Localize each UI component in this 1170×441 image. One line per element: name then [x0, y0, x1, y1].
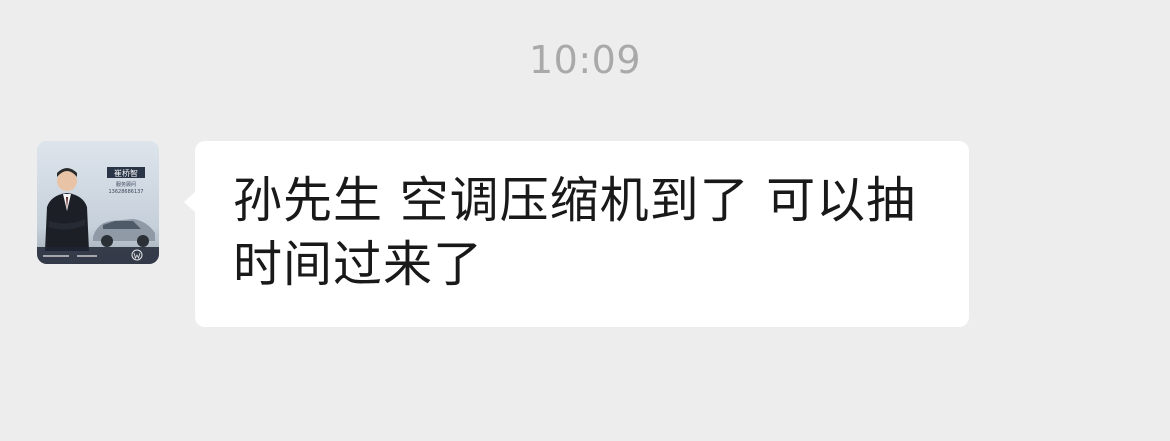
message-timestamp: 10:09 — [528, 38, 641, 82]
message-text: 孙先生 空调压缩机到了 可以抽时间过来了 — [233, 172, 917, 293]
message-bubble[interactable]: 孙先生 空调压缩机到了 可以抽时间过来了 — [184, 141, 969, 327]
sender-avatar[interactable]: 崔桥智 服务顾问 13628686137 — [37, 141, 159, 264]
avatar-card-title: 服务顾问 — [116, 181, 136, 188]
bubble-tail — [184, 191, 196, 213]
avatar-card-name: 崔桥智 — [114, 168, 138, 178]
avatar-image: 崔桥智 服务顾问 13628686137 — [37, 141, 159, 264]
avatar-card-phone: 13628686137 — [109, 189, 144, 195]
